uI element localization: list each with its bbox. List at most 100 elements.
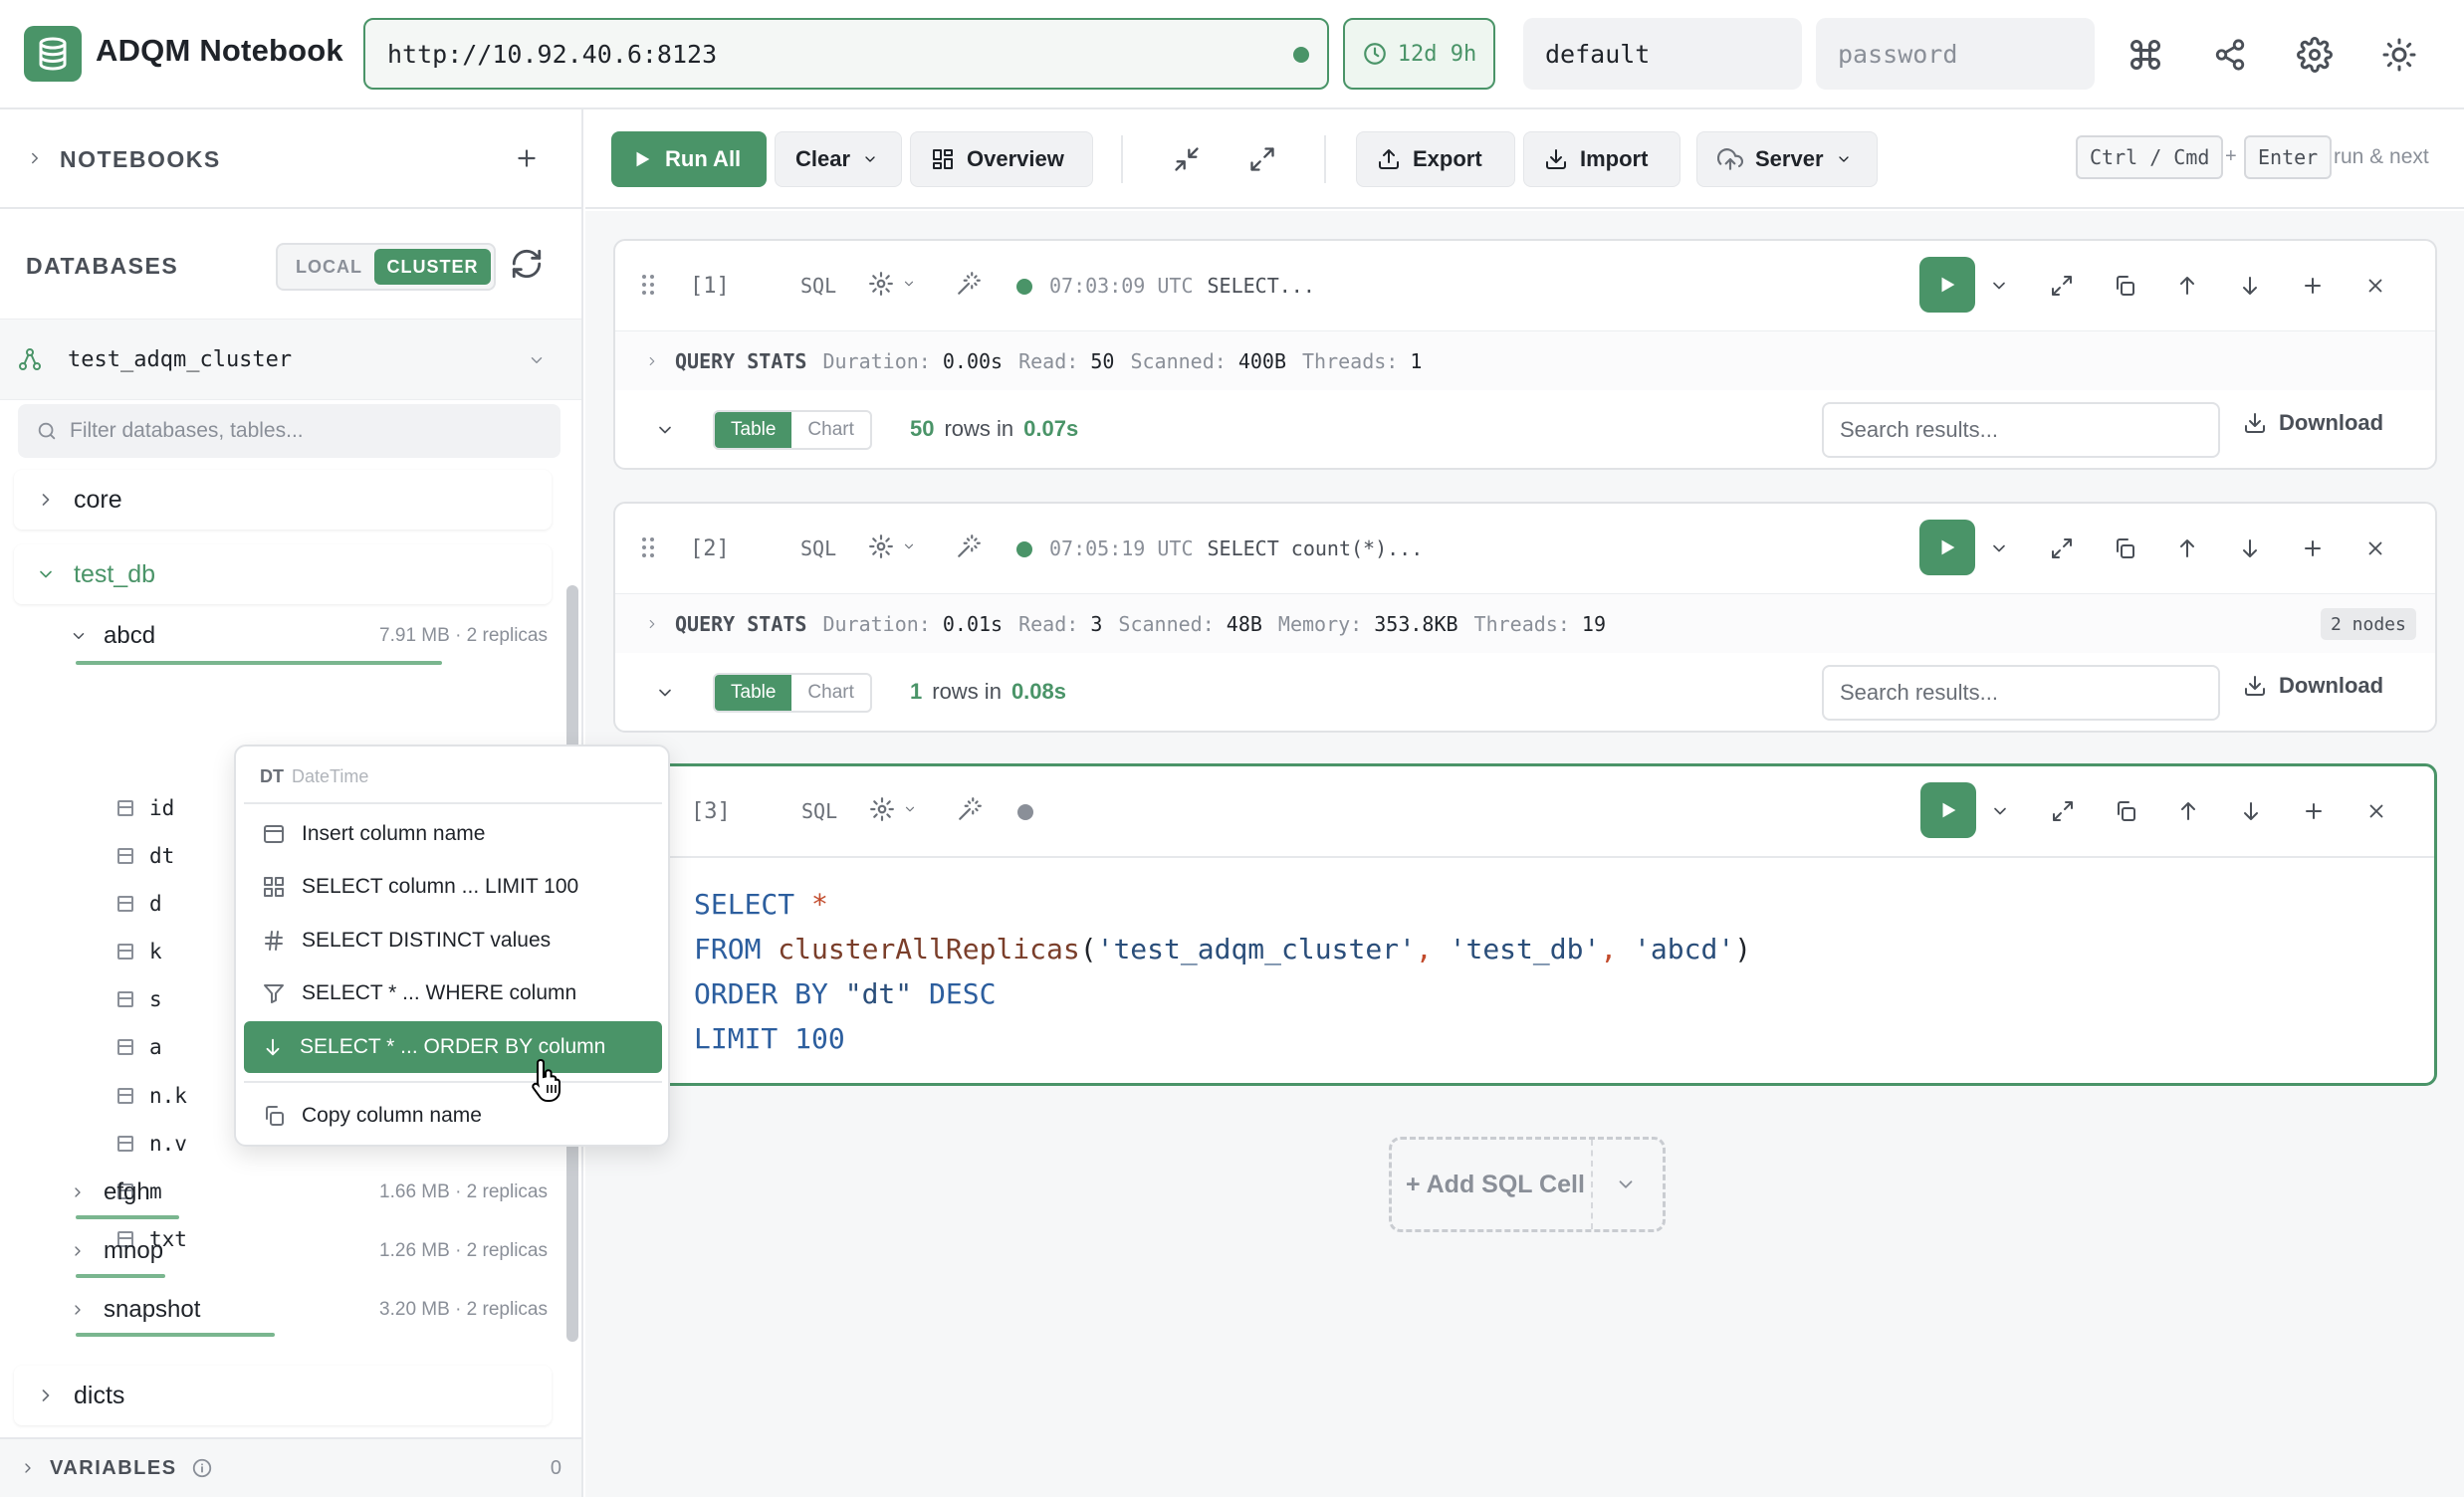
menu-insert-column-name[interactable]: Insert column name [244,808,662,860]
move-up-icon[interactable] [2173,796,2203,826]
move-up-icon[interactable] [2172,534,2202,563]
copy-icon[interactable] [2110,271,2139,301]
refresh-icon[interactable] [510,247,544,281]
cell-time: 07:03:09 UTC [1049,274,1194,298]
move-up-icon[interactable] [2172,271,2202,301]
username-field[interactable]: default [1523,18,1802,90]
download-button[interactable]: Download [2243,673,2383,699]
chevron-down-icon[interactable] [1984,271,2014,301]
column-dt[interactable]: dt [117,832,174,880]
chevron-down-icon[interactable] [655,683,675,703]
tab-chart[interactable]: Chart [791,675,869,711]
variables-section[interactable]: VARIABLES 0 [0,1437,581,1497]
close-icon[interactable] [2361,796,2391,826]
notebooks-header[interactable]: NOTEBOOKS [0,109,581,209]
sun-icon[interactable] [2374,30,2424,80]
context-menu-header: DT DateTime [260,766,368,787]
expand-all-icon[interactable] [1248,145,1276,173]
download-button[interactable]: Download [2243,410,2383,436]
expand-icon[interactable] [2048,796,2078,826]
menu-copy-column-name[interactable]: Copy column name [244,1090,662,1142]
overview-button[interactable]: Overview [910,131,1093,187]
move-down-icon[interactable] [2235,271,2265,301]
database-core[interactable]: core [14,470,552,530]
column-n-v[interactable]: n.v [117,1120,187,1168]
run-all-label: Run All [665,146,742,171]
chevron-down-icon[interactable] [1615,1174,1637,1195]
server-button[interactable]: Server [1696,131,1878,187]
command-icon[interactable] [2121,30,2170,80]
gear-icon [870,797,894,821]
url-input[interactable]: http://10.92.40.6:8123 [363,18,1329,90]
tab-table[interactable]: Table [715,675,792,711]
chevron-down-icon[interactable] [1985,796,2015,826]
add-sql-cell-button[interactable]: + Add SQL Cell [1389,1137,1666,1232]
toggle-cluster[interactable]: CLUSTER [374,249,491,285]
sql-editor[interactable]: SELECT * FROM clusterAllReplicas('test_a… [616,856,2434,1083]
menu-select-limit[interactable]: SELECT column ... LIMIT 100 [244,861,662,913]
add-notebook-icon[interactable] [514,145,540,171]
run-cell-button[interactable] [1919,520,1975,575]
clear-button[interactable]: Clear [775,131,902,187]
cluster-selector[interactable]: test_adqm_cluster [0,319,581,400]
move-down-icon[interactable] [2235,534,2265,563]
menu-select-order-by[interactable]: SELECT * ... ORDER BY column [244,1021,662,1073]
layout-icon [933,149,953,169]
import-button[interactable]: Import [1523,131,1680,187]
table-mnop[interactable]: mnop 1.26 MB · 2 replicas [70,1226,548,1276]
share-icon[interactable] [2205,30,2255,80]
cell-settings[interactable] [868,271,916,297]
database-dicts[interactable]: dicts [14,1366,552,1425]
column-a[interactable]: a [117,1023,162,1071]
search-results-input[interactable]: Search results... [1822,402,2220,458]
column-n-k[interactable]: n.k [117,1072,187,1120]
info-icon[interactable] [191,1457,213,1479]
export-button[interactable]: Export [1356,131,1515,187]
column-s[interactable]: s [117,975,162,1023]
collapse-all-icon[interactable] [1173,145,1201,173]
table-snapshot[interactable]: snapshot 3.20 MB · 2 replicas [70,1285,548,1335]
chevron-down-icon[interactable] [1984,534,2014,563]
table-abcd[interactable]: abcd 7.91 MB · 2 replicas [70,611,548,661]
drag-handle-icon[interactable] [641,535,655,559]
column-id[interactable]: id [117,784,174,832]
magic-wand-icon[interactable] [957,796,983,822]
close-icon[interactable] [2360,534,2390,563]
run-cell-button[interactable] [1919,257,1975,313]
drag-handle-icon[interactable] [641,273,655,297]
chevron-down-icon[interactable] [655,420,675,440]
cell-settings[interactable] [868,534,916,559]
column-k[interactable]: k [117,928,162,975]
filter-input[interactable]: Filter databases, tables... [18,404,560,458]
expand-icon[interactable] [2047,534,2077,563]
copy-icon[interactable] [2111,796,2140,826]
query-stats[interactable]: QUERY STATS Duration: 0.00s Read: 50 Sca… [615,330,2435,390]
cell-language: SQL [800,536,837,560]
copy-icon[interactable] [2110,534,2139,563]
run-all-button[interactable]: Run All [611,131,767,187]
tab-table[interactable]: Table [715,412,792,448]
toggle-local[interactable]: LOCAL [296,257,362,278]
column-d[interactable]: d [117,880,162,928]
add-cell-icon[interactable] [2298,534,2328,563]
run-cell-button[interactable] [1920,782,1976,838]
database-test-db[interactable]: test_db [14,544,552,604]
cell-settings[interactable] [869,796,917,822]
menu-select-where[interactable]: SELECT * ... WHERE column [244,967,662,1019]
query-stats[interactable]: QUERY STATS Duration: 0.01s Read: 3 Scan… [615,593,2435,653]
add-cell-icon[interactable] [2298,271,2328,301]
close-icon[interactable] [2360,271,2390,301]
expand-icon[interactable] [2047,271,2077,301]
move-down-icon[interactable] [2236,796,2266,826]
add-cell-icon[interactable] [2299,796,2329,826]
gear-icon[interactable] [2290,30,2340,80]
magic-wand-icon[interactable] [956,534,982,559]
table-efgh[interactable]: efgh 1.66 MB · 2 replicas [70,1168,548,1217]
menu-select-distinct[interactable]: SELECT DISTINCT values [244,915,662,966]
magic-wand-icon[interactable] [956,271,982,297]
search-results-input[interactable]: Search results... [1822,665,2220,721]
hash-icon [265,931,283,951]
stat-threads: Threads: 19 [1473,611,1607,636]
tab-chart[interactable]: Chart [791,412,869,448]
password-field[interactable]: password [1816,18,2095,90]
